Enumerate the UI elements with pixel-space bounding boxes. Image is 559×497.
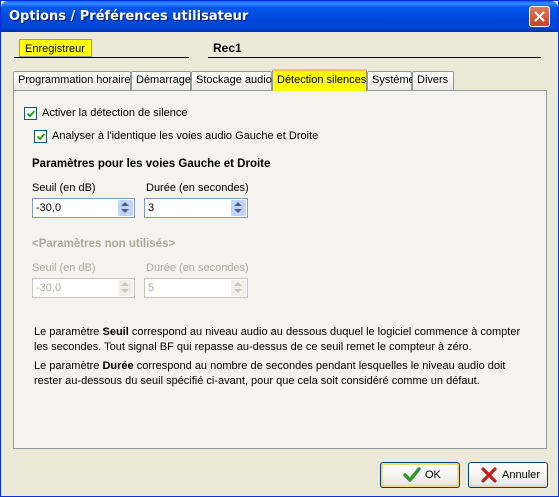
unused-threshold-label: Seuil (en dB)	[32, 262, 96, 274]
identical-lr-checkbox[interactable]	[34, 130, 47, 143]
cancel-label: Annuler	[502, 469, 540, 481]
checkmark-icon	[403, 467, 421, 482]
threshold-value: -30,0	[36, 202, 62, 214]
enable-silence-checkbox[interactable]	[24, 107, 37, 120]
tab-stockage-audio[interactable]: Stockage audio	[191, 71, 272, 90]
options-dialog: Options / Préférences utilisateur Enregi…	[0, 0, 559, 497]
recorder-name: Rec1	[213, 41, 242, 55]
help-text-part: Le paramètre	[34, 360, 103, 372]
unused-duration-spin-buttons	[231, 280, 246, 296]
help-text-part: Le paramètre	[34, 326, 103, 338]
threshold-label: Seuil (en dB)	[32, 182, 96, 194]
unused-threshold-stepper: -30,0	[32, 278, 135, 298]
arrow-up-icon[interactable]	[234, 202, 242, 206]
arrow-down-icon[interactable]	[234, 209, 242, 213]
arrow-up-icon[interactable]	[121, 202, 129, 206]
help-threshold-text: Le paramètre Seuil correspond au niveau …	[34, 325, 534, 355]
threshold-stepper[interactable]: -30,0	[32, 198, 135, 218]
help-duration-text: Le paramètre Durée correspond au nombre …	[34, 359, 534, 389]
x-icon	[481, 467, 497, 483]
arrow-down-icon	[234, 289, 242, 293]
arrow-down-icon	[121, 289, 129, 293]
duration-spin-buttons[interactable]	[231, 200, 246, 216]
unused-params-heading: <Paramètres non utilisés>	[32, 238, 176, 250]
recorder-label: Enregistreur	[19, 39, 92, 57]
tab-programmation-horaire[interactable]: Programmation horaire	[13, 71, 131, 90]
ok-label: OK	[425, 469, 441, 481]
unused-duration-value: 5	[148, 282, 155, 294]
tab-demarrage[interactable]: Démarrage	[131, 71, 191, 90]
duration-stepper[interactable]: 3	[144, 198, 248, 218]
cancel-button[interactable]: Annuler	[468, 462, 548, 488]
unused-duration-stepper: 5	[144, 278, 248, 298]
unused-threshold-value: -30,0	[36, 282, 62, 294]
duration-value: 3	[148, 202, 155, 214]
checkmark-icon	[36, 133, 46, 141]
close-button[interactable]	[529, 6, 550, 27]
unused-duration-label: Durée (en secondes)	[146, 262, 249, 274]
arrow-down-icon[interactable]	[121, 209, 129, 213]
close-icon	[534, 11, 545, 22]
identical-lr-label[interactable]: Analyser à l'identique les voies audio G…	[52, 130, 318, 142]
title-bar[interactable]: Options / Préférences utilisateur	[1, 1, 558, 32]
enable-silence-label[interactable]: Activer la détection de silence	[42, 107, 188, 119]
tab-detection-silences[interactable]: Détection silences	[272, 69, 367, 91]
tab-divers[interactable]: Divers	[412, 71, 454, 90]
arrow-up-icon	[121, 282, 129, 286]
tab-systeme[interactable]: Système	[367, 71, 415, 90]
unused-threshold-spin-buttons	[118, 280, 133, 296]
divider	[14, 57, 189, 58]
divider	[208, 57, 541, 58]
threshold-spin-buttons[interactable]	[118, 200, 133, 216]
duration-label: Durée (en secondes)	[146, 182, 249, 194]
help-keyword: Seuil	[102, 326, 129, 338]
window-title: Options / Préférences utilisateur	[9, 9, 249, 24]
arrow-up-icon	[234, 282, 242, 286]
help-keyword: Durée	[102, 360, 134, 372]
checkmark-icon	[26, 110, 36, 118]
lr-params-heading: Paramètres pour les voies Gauche et Droi…	[32, 158, 271, 170]
silence-detection-panel: Activer la détection de silence Analyser…	[13, 90, 547, 449]
ok-button[interactable]: OK	[380, 462, 460, 488]
